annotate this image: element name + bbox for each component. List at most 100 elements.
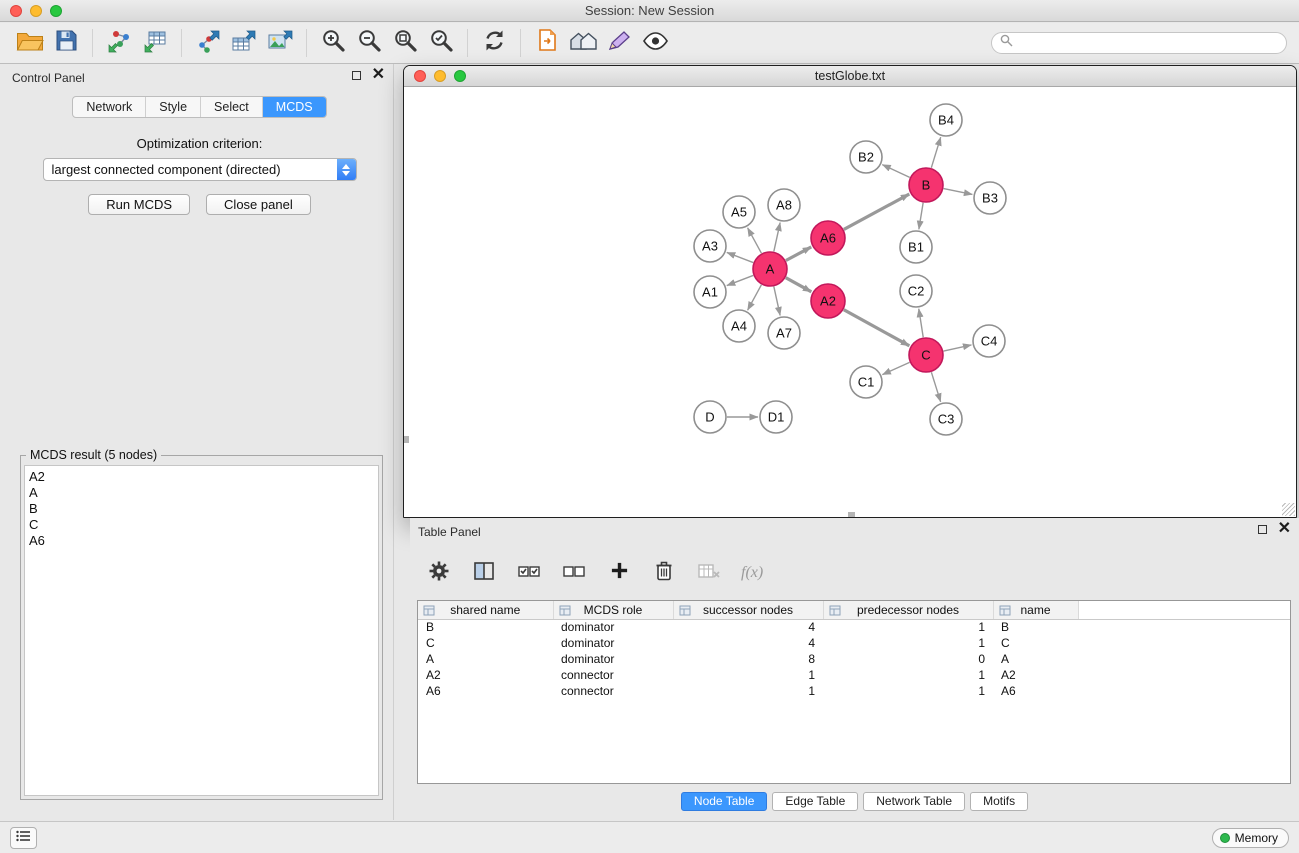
refresh-button[interactable]: [476, 26, 512, 60]
zoom-in-button[interactable]: [315, 26, 351, 60]
tab-network[interactable]: Network: [73, 97, 145, 117]
column-header-mcds-role[interactable]: MCDS role: [553, 601, 673, 619]
dropdown-stepper-icon: [337, 158, 356, 181]
show-columns-button[interactable]: [471, 560, 497, 586]
mcds-result-item[interactable]: A6: [29, 533, 378, 549]
column-header-successor-nodes[interactable]: successor nodes: [673, 601, 823, 619]
import-table-button[interactable]: [137, 26, 173, 60]
table-row[interactable]: Adominator80A: [418, 651, 1290, 667]
graph-node-label: A2: [820, 294, 836, 309]
graph-node-label: B: [922, 178, 931, 193]
criterion-dropdown[interactable]: largest connected component (directed): [43, 158, 357, 181]
network-graph[interactable]: AA1A2A3A4A5A6A7A8BB1B2B3B4CC1C2C3C4DD1: [404, 88, 1296, 517]
graph-edge-A6-B[interactable]: [844, 194, 909, 229]
save-session-button[interactable]: [48, 26, 84, 60]
graph-edge-A-A3[interactable]: [727, 252, 753, 262]
show-panels-button[interactable]: [10, 827, 37, 849]
mcds-result-list[interactable]: A2ABCA6: [24, 465, 379, 796]
export-network-button[interactable]: [190, 26, 226, 60]
close-panel-button[interactable]: Close panel: [206, 194, 311, 215]
graph-node-label: C4: [981, 334, 998, 349]
float-panel-icon[interactable]: [352, 71, 361, 80]
zoom-selected-button[interactable]: [423, 26, 459, 60]
table-row[interactable]: A2connector11A2: [418, 667, 1290, 683]
export-table-button[interactable]: [226, 26, 262, 60]
zoom-window-button[interactable]: [50, 5, 62, 17]
style-button[interactable]: [601, 26, 637, 60]
zoom-fit-icon: [393, 28, 418, 58]
search-box[interactable]: [991, 32, 1287, 54]
eye-button[interactable]: [637, 26, 673, 60]
mcds-result-item[interactable]: A2: [29, 469, 378, 485]
tab-node-table[interactable]: Node Table: [681, 792, 768, 811]
table-row[interactable]: A6connector11A6: [418, 683, 1290, 699]
table-cell-filler: [1078, 667, 1290, 683]
mcds-result-item[interactable]: C: [29, 517, 378, 533]
graph-edge-B-B2[interactable]: [882, 165, 909, 178]
network-canvas[interactable]: AA1A2A3A4A5A6A7A8BB1B2B3B4CC1C2C3C4DD1: [404, 88, 1296, 517]
delete-column-button[interactable]: [651, 560, 677, 586]
resize-grip[interactable]: [1282, 503, 1295, 516]
run-mcds-button[interactable]: Run MCDS: [88, 194, 190, 215]
column-header-name[interactable]: name: [993, 601, 1078, 619]
graph-edge-A-A7[interactable]: [774, 287, 780, 316]
graph-edge-B-B3[interactable]: [944, 189, 973, 195]
tab-edge-table[interactable]: Edge Table: [772, 792, 858, 811]
graph-edge-C-C1[interactable]: [882, 362, 909, 374]
mcds-result-item[interactable]: A: [29, 485, 378, 501]
graph-edge-A-A5[interactable]: [748, 228, 762, 253]
graph-edge-A-A2[interactable]: [786, 278, 812, 292]
graph-edge-B-B4[interactable]: [931, 137, 940, 168]
graph-edge-A-A6[interactable]: [786, 247, 811, 261]
graph-edge-C-C3[interactable]: [931, 372, 940, 402]
document-button[interactable]: [529, 26, 565, 60]
open-file-button[interactable]: [12, 26, 48, 60]
network-window-titlebar[interactable]: testGlobe.txt: [404, 66, 1296, 87]
home-button[interactable]: [565, 26, 601, 60]
export-image-button[interactable]: [262, 26, 298, 60]
graph-node-label: A4: [731, 319, 747, 334]
import-network-button[interactable]: [101, 26, 137, 60]
column-header-predecessor-nodes[interactable]: predecessor nodes: [823, 601, 993, 619]
zoom-fit-button[interactable]: [387, 26, 423, 60]
export-table-icon: [231, 29, 257, 58]
graph-edge-A-A4[interactable]: [748, 285, 762, 310]
close-panel-icon[interactable]: ✕: [372, 70, 385, 80]
table-row[interactable]: Cdominator41C: [418, 635, 1290, 651]
mcds-result-item[interactable]: B: [29, 501, 378, 517]
table-cell: 4: [673, 619, 823, 635]
column-header-shared-name[interactable]: shared name: [418, 601, 553, 619]
search-input[interactable]: [1018, 36, 1278, 51]
network-minimize-button[interactable]: [434, 70, 446, 82]
tab-mcds[interactable]: MCDS: [262, 97, 326, 117]
network-zoom-button[interactable]: [454, 70, 466, 82]
minimize-window-button[interactable]: [30, 5, 42, 17]
table-settings-button[interactable]: [426, 560, 452, 586]
tab-style[interactable]: Style: [145, 97, 200, 117]
tab-network-table[interactable]: Network Table: [863, 792, 965, 811]
add-column-button[interactable]: [606, 560, 632, 586]
deselect-all-button[interactable]: [561, 560, 587, 586]
scrollbar-nub-vertical[interactable]: [404, 436, 409, 443]
network-close-button[interactable]: [414, 70, 426, 82]
table-cell: A: [418, 651, 553, 667]
scrollbar-nub-horizontal[interactable]: [848, 512, 855, 517]
select-all-button[interactable]: [516, 560, 542, 586]
tab-motifs[interactable]: Motifs: [970, 792, 1028, 811]
table-row[interactable]: Bdominator41B: [418, 619, 1290, 635]
graph-edge-B-B1[interactable]: [919, 203, 923, 229]
graph-edge-C-C4[interactable]: [944, 345, 972, 351]
graph-edge-C-C2[interactable]: [919, 309, 923, 337]
delete-table-button[interactable]: [696, 560, 722, 586]
graph-edge-A2-C[interactable]: [844, 310, 910, 346]
tab-select[interactable]: Select: [200, 97, 262, 117]
function-builder-button[interactable]: f(x): [741, 564, 763, 582]
close-table-panel-icon[interactable]: ✕: [1278, 524, 1291, 534]
memory-button[interactable]: Memory: [1212, 828, 1289, 848]
table-delete-icon: [697, 562, 721, 585]
float-table-panel-icon[interactable]: [1258, 525, 1267, 534]
graph-edge-A-A1[interactable]: [727, 275, 753, 285]
close-window-button[interactable]: [10, 5, 22, 17]
graph-edge-A-A8[interactable]: [774, 223, 780, 252]
zoom-out-button[interactable]: [351, 26, 387, 60]
